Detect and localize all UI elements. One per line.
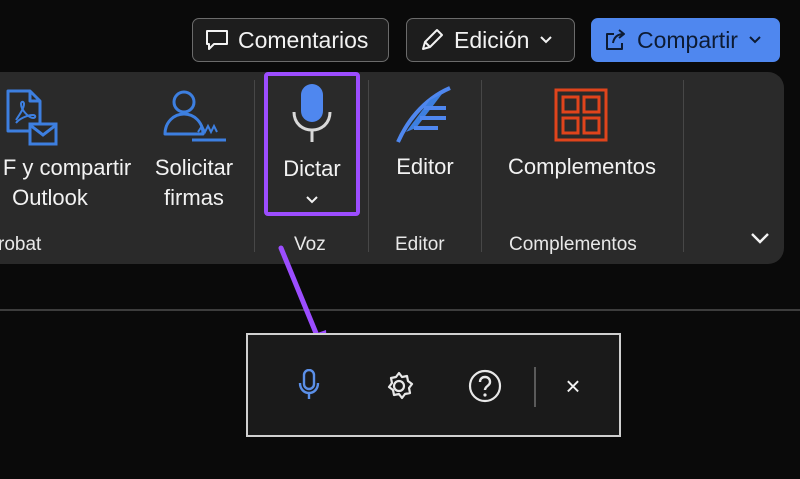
group-separator <box>254 80 255 252</box>
group-separator <box>481 80 482 252</box>
pdf-share-label-1: F y compartir <box>2 155 132 180</box>
comments-button[interactable]: Comentarios <box>192 18 389 62</box>
addins-button[interactable]: Complementos <box>496 82 668 202</box>
dictation-toolbar: × <box>246 333 621 437</box>
gear-icon <box>383 370 415 402</box>
pdf-share-label-2: Outlook <box>12 185 88 210</box>
help-icon <box>468 369 502 403</box>
group-label-voice: Voz <box>294 234 326 255</box>
toolbar-separator <box>534 367 536 407</box>
addins-grid-icon <box>554 88 608 142</box>
dictation-close-button[interactable]: × <box>558 369 588 403</box>
editor-pen-icon <box>392 84 458 150</box>
document-divider <box>0 309 800 311</box>
comment-icon <box>205 29 229 51</box>
comments-label: Comentarios <box>238 26 369 53</box>
dictation-help-button[interactable] <box>468 369 502 403</box>
addins-label: Complementos <box>508 154 656 179</box>
editor-button[interactable]: Editor <box>382 82 468 202</box>
group-label-acrobat: robat <box>0 234 42 255</box>
dictation-mic-button[interactable] <box>294 367 324 403</box>
share-label: Compartir <box>637 26 738 53</box>
group-separator <box>683 80 684 252</box>
chevron-down-icon <box>749 36 761 44</box>
editing-mode-button[interactable]: Edición <box>406 18 575 62</box>
share-button[interactable]: Compartir <box>591 18 780 62</box>
share-icon <box>604 28 628 52</box>
ribbon-expand-icon[interactable] <box>750 232 770 244</box>
group-separator <box>368 80 369 252</box>
signature-icon <box>162 88 228 146</box>
group-label-editor: Editor <box>395 234 445 255</box>
editor-label: Editor <box>396 154 454 179</box>
editing-label: Edición <box>454 26 530 53</box>
dictation-settings-button[interactable] <box>382 369 416 403</box>
pdf-mail-icon <box>4 88 60 148</box>
microphone-icon <box>298 369 320 401</box>
request-signatures-label-1: Solicitar <box>154 155 234 180</box>
group-label-addins: Complementos <box>509 234 637 255</box>
close-icon: × <box>565 370 581 401</box>
request-signatures-label-2: firmas <box>164 185 224 210</box>
chevron-down-icon <box>540 36 553 44</box>
dictate-highlight-box <box>264 72 360 216</box>
pencil-icon <box>419 27 445 53</box>
